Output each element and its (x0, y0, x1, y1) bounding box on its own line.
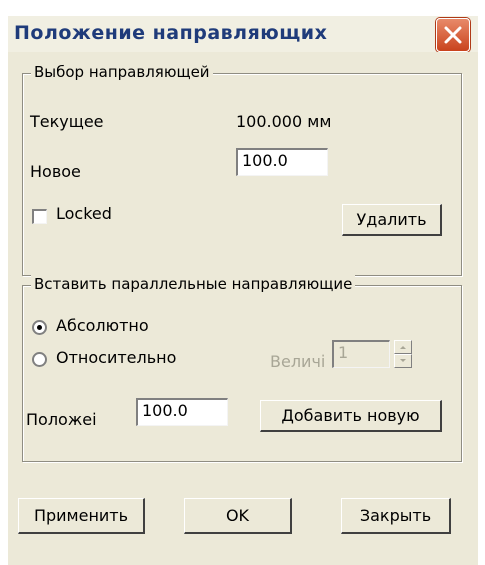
spin-up-button[interactable] (394, 340, 412, 354)
ok-button[interactable]: OK (184, 498, 292, 534)
dialog-window: Положение направляющих Выбор направляюще… (0, 0, 485, 565)
delete-button[interactable]: Удалить (342, 204, 442, 236)
window-title: Положение направляющих (14, 22, 328, 44)
close-icon (444, 26, 462, 44)
dialog-body: Выбор направляющей Текущее 100.000 мм Но… (8, 52, 478, 565)
guide-selection-legend: Выбор направляющей (31, 63, 213, 81)
new-position-input[interactable]: 100.0 (236, 148, 328, 176)
radio-selected-dot (37, 325, 42, 330)
arrow-down-icon (400, 359, 406, 362)
absolute-radio[interactable] (32, 320, 47, 335)
locked-checkbox[interactable] (32, 209, 47, 224)
add-new-button[interactable]: Добавить новую (260, 400, 442, 432)
position-label: Положеі (26, 410, 97, 429)
insert-parallel-legend: Вставить параллельные направляющие (31, 275, 356, 293)
insert-parallel-group: Вставить параллельные направляющие (22, 275, 462, 462)
locked-label: Locked (56, 204, 112, 223)
magnitude-spinner[interactable] (394, 340, 412, 368)
apply-button[interactable]: Применить (18, 498, 145, 534)
spin-down-button[interactable] (394, 354, 412, 368)
close-window-button[interactable] (436, 18, 470, 52)
magnitude-input[interactable]: 1 (332, 340, 390, 368)
relative-label: Относительно (56, 348, 177, 367)
position-input[interactable]: 100.0 (136, 398, 228, 426)
current-value: 100.000 мм (236, 112, 332, 131)
absolute-label: Абсолютно (56, 316, 149, 335)
magnitude-label: Величі (270, 352, 326, 371)
new-label: Новое (30, 162, 81, 181)
arrow-up-icon (400, 346, 406, 349)
close-button[interactable]: Закрыть (341, 498, 451, 534)
relative-radio[interactable] (32, 352, 47, 367)
current-label: Текущее (30, 112, 104, 131)
